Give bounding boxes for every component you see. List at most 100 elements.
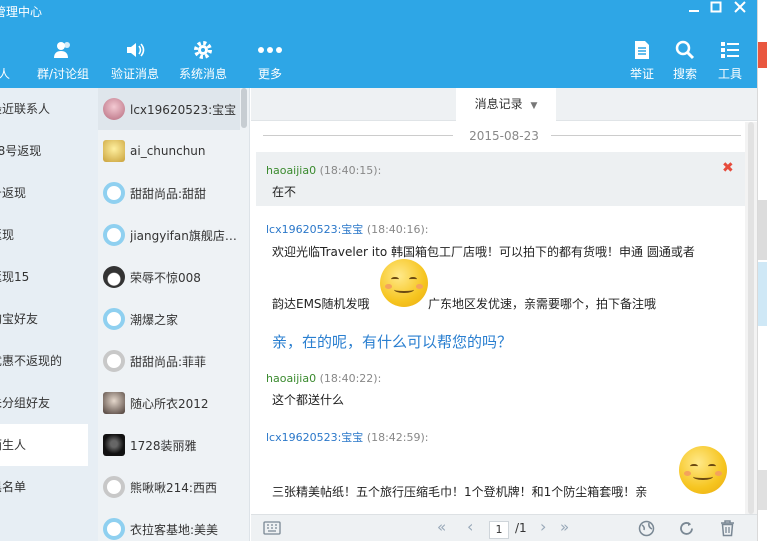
toolbar-search-label: 搜索 xyxy=(673,67,697,81)
contact-item[interactable]: jiangyifan旗舰店:... xyxy=(98,214,240,256)
toolbar-search[interactable]: 搜索 xyxy=(670,40,700,82)
last-page-button[interactable]: » xyxy=(560,518,569,536)
scrollbar-thumb[interactable] xyxy=(241,88,247,128)
scrollbar-thumb[interactable] xyxy=(748,122,754,514)
contact-name: ai_chunchun xyxy=(130,144,206,158)
record-tabbar: 消息记录 ▼ xyxy=(251,88,757,121)
sender-name: haoaijia0 xyxy=(266,372,316,385)
group-item-recent[interactable]: 最近联系人 xyxy=(0,88,88,130)
gear-icon xyxy=(176,40,230,60)
auto-reply-text: 亲，在的呢，有什么可以帮您的吗？ xyxy=(272,331,512,352)
group-item-18[interactable]: 18号返现 xyxy=(0,130,88,172)
message-time: (18:40:16): xyxy=(367,223,429,236)
message-text: 这个都送什么 xyxy=(272,391,381,408)
group-label: 返现15 xyxy=(0,270,29,284)
toolbar-verify[interactable]: 验证消息 xyxy=(108,40,162,82)
contact-item[interactable]: 1728装丽雅 xyxy=(98,424,240,466)
group-item-blacklist[interactable]: 黑名单 xyxy=(0,466,88,508)
group-label: 优惠不返现的 xyxy=(0,354,62,368)
message: haoaijia0 (18:40:22): 这个都送什么 xyxy=(266,372,381,408)
contact-item[interactable]: lcx19620523:宝宝 xyxy=(98,88,240,130)
page-total: /1 xyxy=(515,521,527,535)
delete-message-icon[interactable]: ✖ xyxy=(722,160,734,176)
toolbar-tools[interactable]: 工具 xyxy=(715,40,745,82)
speaker-icon xyxy=(108,40,162,60)
sender-name: lcx19620523:宝宝 xyxy=(266,431,363,444)
globe-icon[interactable] xyxy=(638,520,655,540)
contact-item[interactable]: 熊啾啾214:西西 xyxy=(98,466,240,508)
toolbar-contacts[interactable]: 人 xyxy=(0,40,14,82)
toolbar-groups-label: 群/讨论组 xyxy=(37,67,89,81)
first-page-button[interactable]: « xyxy=(437,518,446,536)
toolbar-more[interactable]: 更多 xyxy=(252,40,288,82)
maximize-button[interactable] xyxy=(704,0,728,20)
group-label: 陌生人 xyxy=(0,438,26,452)
minimize-button[interactable] xyxy=(682,0,706,20)
header-bar: 管理中心 人 群/讨论组 验证消息 xyxy=(0,0,757,88)
contact-item[interactable]: 甜甜尚品:菲菲 xyxy=(98,340,240,382)
default-avatar-icon xyxy=(103,308,125,330)
message-time: (18:40:15): xyxy=(320,164,382,177)
message-text: 欢迎光临Traveler ito 韩国箱包工厂店哦！可以拍下的都有货哦！申通 圆… xyxy=(272,243,695,260)
search-icon xyxy=(670,40,700,60)
contact-name: jiangyifan旗舰店:... xyxy=(130,227,240,244)
group-label: 最近联系人 xyxy=(0,102,50,116)
avatar xyxy=(103,392,125,414)
chat-scrollbar[interactable] xyxy=(745,122,757,514)
contact-item[interactable]: 荣辱不惊008 xyxy=(98,256,240,298)
default-avatar-icon xyxy=(103,350,125,372)
penguin-avatar-icon xyxy=(103,266,125,288)
group-label: 淘宝好友 xyxy=(0,312,38,326)
toolbar-report[interactable]: 举证 xyxy=(627,40,657,82)
message-time: (18:42:59): xyxy=(367,431,429,444)
default-avatar-icon xyxy=(103,518,125,540)
contact-name: 随心所衣2012 xyxy=(130,395,209,412)
toolbar-verify-label: 验证消息 xyxy=(111,67,159,81)
date-separator: 2015-08-23 xyxy=(251,126,757,146)
contact-item[interactable]: 衣拉客基地:美美 xyxy=(98,508,240,550)
avatar xyxy=(103,98,125,120)
sender-name: lcx19620523:宝宝 xyxy=(266,223,363,236)
group-item-cashback15[interactable]: 返现15 xyxy=(0,256,88,298)
refresh-icon[interactable] xyxy=(678,520,695,540)
message-time: (18:40:22): xyxy=(320,372,382,385)
group-item-discount[interactable]: 优惠不返现的 xyxy=(0,340,88,382)
window-title: 管理中心 xyxy=(0,3,42,20)
default-avatar-icon xyxy=(103,476,125,498)
toolbar-system[interactable]: 系统消息 xyxy=(176,40,230,82)
trash-icon[interactable] xyxy=(720,520,735,540)
message-text: 三张精美帖纸！五个旅行压缩毛巾！1个登机牌！和1个防尘箱套哦！亲 xyxy=(272,483,647,500)
group-item-strangers[interactable]: 陌生人 xyxy=(0,424,88,466)
keyboard-icon[interactable] xyxy=(263,521,281,538)
toolbar-contacts-label: 人 xyxy=(0,67,10,81)
group-item-hao[interactable]: 号返现 xyxy=(0,172,88,214)
contact-item[interactable]: 甜甜尚品:甜甜 xyxy=(98,172,240,214)
tab-message-record[interactable]: 消息记录 ▼ xyxy=(456,88,556,121)
group-label: 18号返现 xyxy=(0,144,41,158)
page-number-input[interactable]: 1 xyxy=(489,521,509,539)
group-label: 未分组好友 xyxy=(0,396,50,410)
toolbar-more-label: 更多 xyxy=(258,67,282,81)
toolbar-groups[interactable]: 群/讨论组 xyxy=(34,40,92,82)
avatar xyxy=(103,140,125,162)
contact-list: lcx19620523:宝宝 ai_chunchun 甜甜尚品:甜甜 jiang… xyxy=(98,88,250,541)
group-item-taobao[interactable]: 淘宝好友 xyxy=(0,298,88,340)
message: haoaijia0 (18:40:15): 在不 xyxy=(266,164,381,200)
smiley-emoji-icon xyxy=(380,259,428,307)
contact-item[interactable]: 潮爆之家 xyxy=(98,298,240,340)
message-manager-window: 管理中心 人 群/讨论组 验证消息 xyxy=(0,0,767,541)
group-item-cashback[interactable]: 返现 xyxy=(0,214,88,256)
contact-name: 熊啾啾214:西西 xyxy=(130,479,217,496)
close-window-button[interactable] xyxy=(728,0,752,20)
contact-name: 甜甜尚品:甜甜 xyxy=(130,185,206,202)
default-avatar-icon xyxy=(103,224,125,246)
prev-page-button[interactable]: ‹ xyxy=(467,517,473,536)
next-page-button[interactable]: › xyxy=(540,517,546,536)
group-item-ungrouped[interactable]: 未分组好友 xyxy=(0,382,88,424)
group-list: 最近联系人 18号返现 号返现 返现 返现15 淘宝好友 优惠不返现的 未分组好… xyxy=(0,88,98,541)
group-label: 号返现 xyxy=(0,186,26,200)
contact-item[interactable]: ai_chunchun xyxy=(98,130,240,172)
dropdown-arrow-icon: ▼ xyxy=(530,101,537,111)
contact-item[interactable]: 随心所衣2012 xyxy=(98,382,240,424)
contact-scrollbar[interactable] xyxy=(240,88,248,541)
